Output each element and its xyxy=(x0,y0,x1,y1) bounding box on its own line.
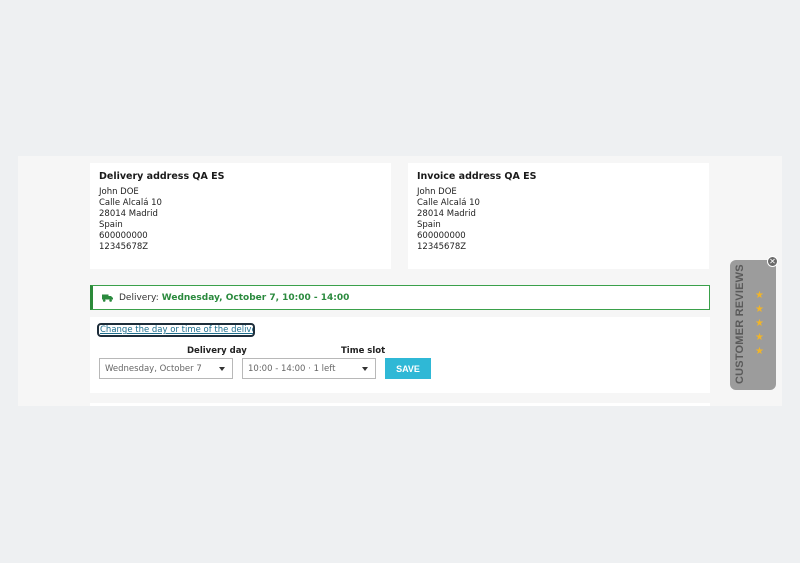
star-icon: ★ xyxy=(755,304,764,315)
invoice-address-line: Calle Alcalá 10 xyxy=(417,198,480,208)
delivery-address-card: Delivery address QA ES John DOE Calle Al… xyxy=(90,163,391,269)
next-section-card xyxy=(90,403,710,406)
customer-reviews-tab[interactable]: CUSTOMER REVIEWS ★ ★ ★ ★ ★ xyxy=(730,260,776,390)
delivery-address-line: 600000000 xyxy=(99,231,148,241)
chevron-down-icon xyxy=(219,367,225,371)
delivery-address-line: Spain xyxy=(99,220,123,230)
delivery-address-line: 12345678Z xyxy=(99,242,149,252)
delivery-address-title: Delivery address QA ES xyxy=(99,171,225,182)
delivery-day-label: Delivery day xyxy=(187,346,247,356)
star-icon: ★ xyxy=(755,346,764,357)
save-button[interactable]: SAVE xyxy=(385,358,431,379)
delivery-address-line: 28014 Madrid xyxy=(99,209,158,219)
time-slot-value: 10:00 - 14:00 · 1 left xyxy=(248,363,336,374)
star-icon: ★ xyxy=(755,290,764,301)
customer-reviews-label: CUSTOMER REVIEWS xyxy=(734,264,746,384)
time-slot-label: Time slot xyxy=(341,346,386,356)
delivery-address-line: John DOE xyxy=(99,187,139,197)
delivery-day-value: Wednesday, October 7 xyxy=(105,363,202,374)
chevron-down-icon xyxy=(362,367,368,371)
change-delivery-link[interactable]: Change the day or time of the delivery xyxy=(97,323,255,337)
delivery-banner-label: Delivery: xyxy=(119,292,159,303)
invoice-address-line: 28014 Madrid xyxy=(417,209,476,219)
star-icon: ★ xyxy=(755,318,764,329)
delivery-day-select[interactable]: Wednesday, October 7 xyxy=(99,358,233,379)
invoice-address-card: Invoice address QA ES John DOE Calle Alc… xyxy=(408,163,709,269)
invoice-address-title: Invoice address QA ES xyxy=(417,171,537,182)
rating-stars: ★ ★ ★ ★ ★ xyxy=(755,290,764,357)
invoice-address-line: 600000000 xyxy=(417,231,466,241)
delivery-address-line: Calle Alcalá 10 xyxy=(99,198,162,208)
truck-icon xyxy=(102,294,113,302)
close-icon[interactable]: ✕ xyxy=(767,256,778,267)
invoice-address-line: John DOE xyxy=(417,187,457,197)
invoice-address-line: 12345678Z xyxy=(417,242,467,252)
delivery-banner-value: Wednesday, October 7, 10:00 - 14:00 xyxy=(161,292,350,303)
delivery-info-banner: Delivery: Wednesday, October 7, 10:00 - … xyxy=(90,285,710,310)
time-slot-select[interactable]: 10:00 - 14:00 · 1 left xyxy=(242,358,376,379)
change-delivery-form: Change the day or time of the delivery D… xyxy=(90,317,710,393)
invoice-address-line: Spain xyxy=(417,220,441,230)
star-icon: ★ xyxy=(755,332,764,343)
